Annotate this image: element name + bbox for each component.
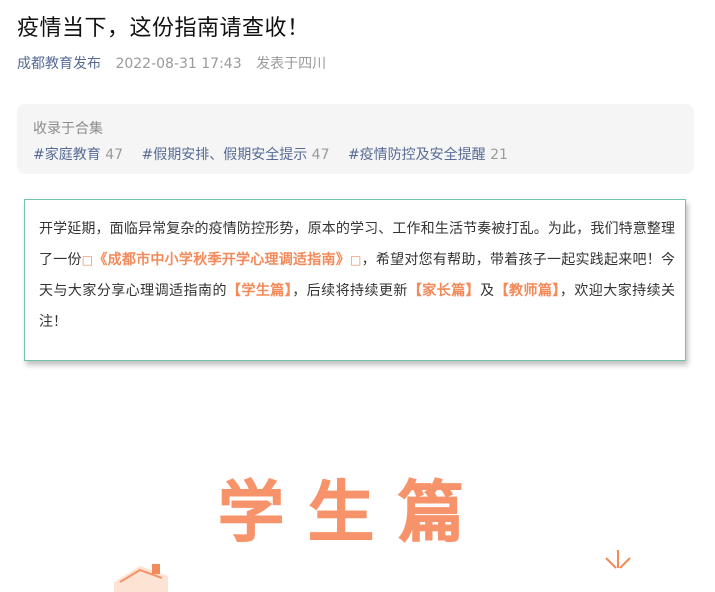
publish-datetime: 2022-08-31 17:43 <box>115 56 242 72</box>
student-section-highlight: 【学生篇】 <box>226 283 293 299</box>
collection-tag[interactable]: #假期安排、假期安全提示 47 <box>141 147 333 163</box>
tag-name: #疫情防控及安全提醒 <box>347 147 486 163</box>
tag-name: #假期安排、假期安全提示 <box>141 147 308 163</box>
collection-tag[interactable]: #家庭教育 47 <box>33 147 127 163</box>
publish-location: 发表于四川 <box>256 56 327 72</box>
collection-panel: 收录于合集 #家庭教育 47 #假期安排、假期安全提示 47 #疫情防控及安全提… <box>17 104 694 174</box>
article-meta: 成都教育发布 2022-08-31 17:43 发表于四川 <box>17 53 326 73</box>
banner-heading: 学生篇 <box>218 474 488 552</box>
article-title: 疫情当下，这份指南请查收！ <box>17 16 310 41</box>
teacher-section-highlight: 【教师篇】 <box>494 283 560 299</box>
missing-glyph-box: □ <box>81 253 94 267</box>
author-link[interactable]: 成都教育发布 <box>17 56 101 72</box>
parent-section-highlight: 【家长篇】 <box>407 283 481 299</box>
tag-count: 21 <box>490 147 508 163</box>
intro-text: ，后续将持续更新 <box>292 283 408 299</box>
collection-tags: #家庭教育 47 #假期安排、假期安全提示 47 #疫情防控及安全提醒 21 <box>33 144 522 164</box>
collection-tag[interactable]: #疫情防控及安全提醒 21 <box>348 147 508 163</box>
tag-count: 47 <box>105 147 124 163</box>
book-illustration <box>114 564 168 592</box>
intro-text: 及 <box>480 283 495 299</box>
tag-count: 47 <box>311 147 330 163</box>
tag-name: #家庭教育 <box>33 147 101 163</box>
intro-box: 开学延期，面临异常复杂的疫情防控形势，原本的学习、工作和生活节奏被打乱。为此，我… <box>24 199 686 361</box>
sparkle-decoration <box>605 550 631 569</box>
missing-glyph-box: □ <box>350 253 362 267</box>
guide-title-highlight: 《成都市中小学秋季开学心理调适指南》 <box>93 252 351 268</box>
collection-header: 收录于合集 <box>33 121 103 137</box>
